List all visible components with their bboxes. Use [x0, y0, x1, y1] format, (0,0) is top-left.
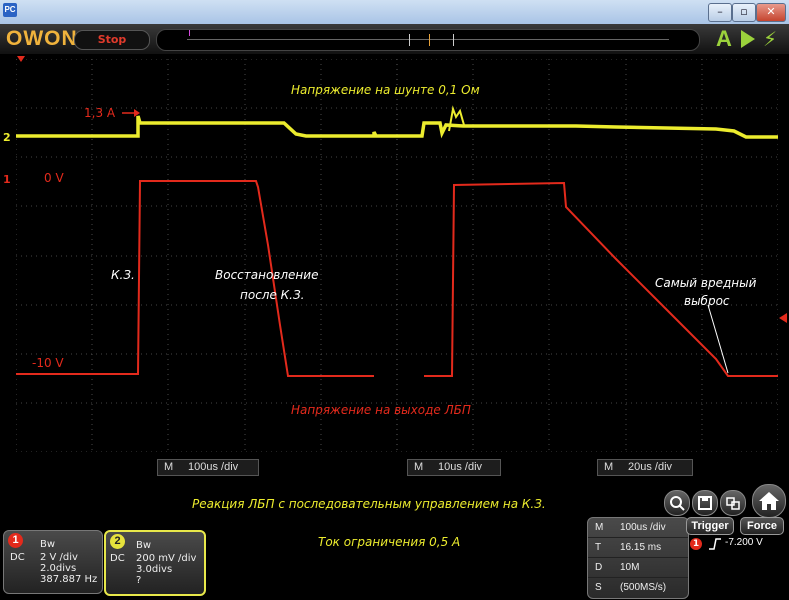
app-icon: PC — [3, 3, 17, 17]
close-button[interactable]: ✕ — [756, 3, 786, 22]
acq-value: 16.15 ms — [620, 542, 662, 553]
worst-spike-label-line1: Самый вредный — [655, 276, 757, 290]
timebase-box-2[interactable]: M 10us /div — [407, 459, 501, 476]
auto-mode-button[interactable]: A — [716, 28, 732, 50]
minus-ten-label: -10 V — [32, 356, 64, 370]
ch1-marker[interactable]: 1 — [3, 173, 11, 186]
timebase-box-1[interactable]: M 100us /div — [157, 459, 259, 476]
trigger-level-marker[interactable] — [779, 313, 787, 323]
window-layout-icon[interactable] — [720, 490, 746, 516]
acq-row-d: D 10M — [588, 558, 688, 578]
ch1-offset: 2.0divs — [40, 563, 77, 574]
zoom-icon[interactable] — [664, 490, 690, 516]
force-button[interactable]: Force — [740, 517, 784, 535]
power-icon[interactable]: ⚡ — [763, 28, 777, 50]
acq-value: (500MS/s) — [620, 582, 667, 593]
owon-logo: OWON — [6, 27, 78, 50]
run-stop-button[interactable]: Stop — [74, 30, 150, 50]
ch2-offset: 3.0divs — [136, 564, 173, 575]
window-start-marker — [189, 30, 190, 36]
ch1-badge: 1 — [8, 533, 23, 548]
trigger-time-marker — [429, 34, 430, 46]
shunt-title: Напряжение на шунте 0,1 Ом — [291, 83, 480, 97]
ch1-panel[interactable]: 1 Bw DC 2 V /div 2.0divs 387.887 Hz — [3, 530, 103, 594]
timebase-m: M — [414, 461, 424, 473]
ch2-scale: 200 mV /div — [136, 553, 197, 564]
acq-key: M — [595, 522, 604, 533]
ch1-scale: 2 V /div — [40, 552, 78, 563]
run-icon[interactable] — [741, 30, 755, 48]
current-level-label: 1,3 А — [84, 106, 116, 120]
ch2-bw: Bw — [136, 540, 152, 551]
window-title-bar: PC – ▫ ✕ — [0, 0, 789, 25]
zero-volt-label: 0 V — [44, 171, 64, 185]
trigger-button[interactable]: Trigger — [686, 517, 734, 535]
timebase-value: 20us /div — [628, 461, 673, 473]
waveform-display — [16, 59, 778, 452]
trigger-source-badge[interactable]: 1 — [690, 538, 702, 550]
minimize-button[interactable]: – — [708, 3, 732, 22]
ch1-bw: Bw — [40, 539, 56, 550]
acq-value: 100us /div — [620, 522, 666, 533]
recovery-label-line1: Восстановление — [215, 268, 319, 282]
ch2-badge: 2 — [110, 534, 125, 549]
time-track — [187, 39, 669, 40]
screen-background — [16, 59, 778, 452]
recovery-label-line2: после К.З. — [240, 288, 305, 302]
save-icon[interactable] — [692, 490, 718, 516]
timebase-m: M — [604, 461, 614, 473]
acq-value: 10M — [620, 562, 640, 573]
worst-spike-label-line2: выброс — [684, 294, 730, 308]
acq-key: T — [595, 542, 602, 553]
time-marker — [409, 34, 410, 46]
ch2-frequency: ? — [136, 575, 142, 586]
ch2-marker[interactable]: 2 — [3, 131, 11, 144]
acq-key: S — [595, 582, 602, 593]
short-circuit-label: К.З. — [111, 268, 135, 282]
ch2-coupling: DC — [110, 553, 125, 564]
trigger-position-marker[interactable] — [17, 56, 25, 62]
trigger-edge-icon — [709, 538, 721, 550]
time-marker — [453, 34, 454, 46]
bottom-caption-2: Ток ограничения 0,5 А — [318, 535, 461, 549]
time-position-bar[interactable] — [156, 29, 700, 51]
timebase-m: M — [164, 461, 174, 473]
restore-button[interactable]: ▫ — [732, 3, 756, 22]
ch1-coupling: DC — [10, 552, 25, 563]
acquisition-panel[interactable]: M 100us /div T 16.15 ms D 10M S (500MS/s… — [587, 517, 689, 599]
bottom-caption-1: Реакция ЛБП с последовательным управлени… — [192, 497, 546, 511]
acq-key: D — [595, 562, 603, 573]
ch2-panel[interactable]: 2 Bw DC 200 mV /div 3.0divs ? — [104, 530, 206, 596]
timebase-value: 10us /div — [438, 461, 483, 473]
acq-row-t: T 16.15 ms — [588, 538, 688, 558]
scope-toolbar: OWON Stop A ⚡ — [0, 24, 789, 54]
timebase-value: 100us /div — [188, 461, 239, 473]
acq-row-s: S (500MS/s) — [588, 578, 688, 597]
output-title: Напряжение на выходе ЛБП — [291, 403, 471, 417]
acq-row-m: M 100us /div — [588, 518, 688, 538]
home-icon[interactable] — [752, 484, 786, 518]
trigger-level-value: -7.200 V — [725, 537, 763, 548]
ch1-frequency: 387.887 Hz — [40, 574, 98, 585]
timebase-box-3[interactable]: M 20us /div — [597, 459, 693, 476]
